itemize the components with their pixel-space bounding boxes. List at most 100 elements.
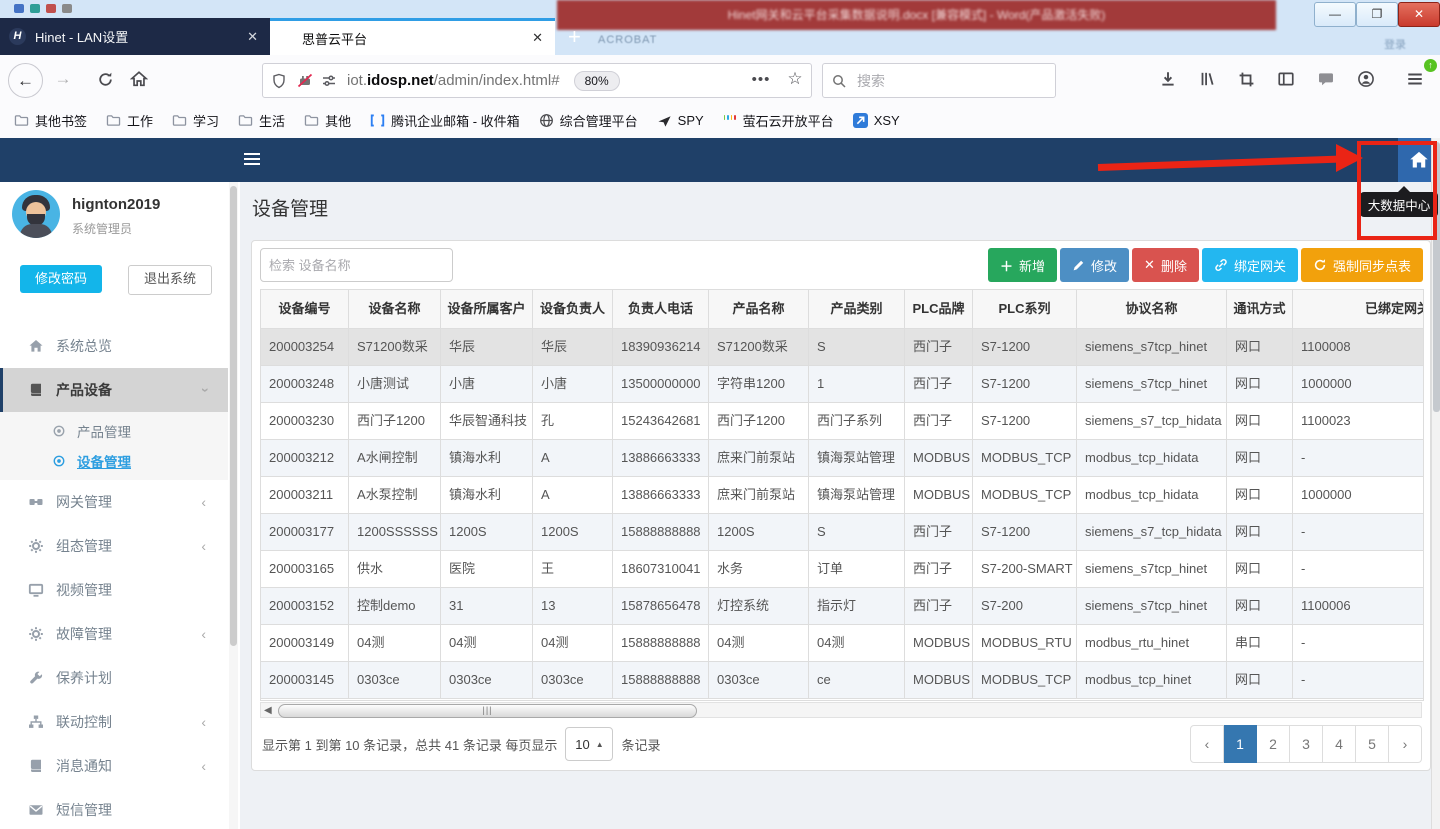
- bookmark-folder-misc[interactable]: 其他: [304, 111, 351, 130]
- bookmark-star-icon[interactable]: ☆: [782, 66, 808, 92]
- table-row[interactable]: 200003177 1200SSSSSS 1200S 1200S 1588888…: [261, 514, 1424, 551]
- table-row[interactable]: 200003211 A水泵控制 镇海水利 A 13886663333 庶来门前泵…: [261, 477, 1424, 514]
- col-header[interactable]: 设备编号: [261, 290, 349, 329]
- col-header[interactable]: 设备负责人: [533, 290, 613, 329]
- col-header[interactable]: 产品类别: [809, 290, 905, 329]
- sidebar-item-device-mgmt[interactable]: 设备管理: [0, 446, 228, 476]
- browser-search-box[interactable]: [822, 63, 1056, 98]
- reload-button[interactable]: [92, 66, 118, 92]
- sidebar-collapse-icon[interactable]: [244, 153, 260, 168]
- col-header[interactable]: 协议名称: [1077, 290, 1227, 329]
- edit-button[interactable]: 修改: [1060, 248, 1129, 282]
- bookmark-folder-work[interactable]: 工作: [106, 111, 153, 130]
- bookmark-tencent-mail[interactable]: 腾讯企业邮箱 - 收件箱: [370, 111, 520, 130]
- sidebar-item-message[interactable]: 消息通知 ‹: [0, 744, 228, 788]
- col-header[interactable]: 已绑定网关: [1293, 290, 1424, 329]
- page-button[interactable]: 2: [1257, 725, 1290, 763]
- sidebar-item-gateway[interactable]: 网关管理 ‹: [0, 480, 228, 524]
- bookmark-ezviz[interactable]: 萤石云开放平台: [723, 111, 834, 130]
- sidebar-item-product-device[interactable]: 产品设备 ‹: [0, 368, 228, 412]
- url-text[interactable]: iot.idosp.net/admin/index.html#: [347, 72, 560, 89]
- word-minimize-button[interactable]: —: [1314, 2, 1356, 27]
- change-password-button[interactable]: 修改密码: [20, 265, 102, 293]
- delete-button[interactable]: ✕删除: [1132, 248, 1199, 282]
- table-row[interactable]: 200003230 西门子1200 华辰智通科技 孔 15243642681 西…: [261, 403, 1424, 440]
- scrollbar-thumb[interactable]: |||: [278, 704, 697, 718]
- page-button[interactable]: 4: [1323, 725, 1356, 763]
- page-button[interactable]: ›: [1389, 725, 1422, 763]
- library-icon[interactable]: [1194, 66, 1220, 92]
- bookmark-folder-study[interactable]: 学习: [172, 111, 219, 130]
- sidebar-item-fault[interactable]: 故障管理 ‹: [0, 612, 228, 656]
- back-button[interactable]: ←: [8, 63, 43, 98]
- home-button-browser[interactable]: [126, 66, 152, 92]
- sidebar-item-video[interactable]: 视频管理: [0, 568, 228, 612]
- page-scrollbar[interactable]: [1431, 138, 1440, 829]
- bookmark-xsy[interactable]: XSY: [853, 113, 900, 128]
- blocked-connection-icon[interactable]: [297, 73, 313, 89]
- table-horizontal-scrollbar[interactable]: ◀ |||: [260, 702, 1422, 718]
- col-header[interactable]: 负责人电话: [613, 290, 709, 329]
- force-sync-button[interactable]: 强制同步点表: [1301, 248, 1423, 282]
- tab-close-icon[interactable]: ✕: [247, 29, 258, 45]
- sidebar-item-sms[interactable]: 短信管理: [0, 788, 228, 829]
- col-header[interactable]: PLC系列: [973, 290, 1077, 329]
- tab-close-icon[interactable]: ✕: [532, 30, 543, 46]
- avatar[interactable]: [12, 190, 60, 238]
- sidebar-item-overview[interactable]: 系统总览: [0, 324, 228, 368]
- new-tab-button[interactable]: +: [568, 24, 581, 50]
- table-row[interactable]: 200003248 小唐测试 小唐 小唐 13500000000 字符串1200…: [261, 366, 1424, 403]
- zoom-level-badge[interactable]: 80%: [574, 71, 620, 91]
- sidebar-scrollbar[interactable]: [229, 182, 238, 829]
- page-button[interactable]: 5: [1356, 725, 1389, 763]
- menu-hamburger-icon[interactable]: [1402, 66, 1428, 92]
- bookmark-folder-other-bookmarks[interactable]: 其他书签: [14, 111, 87, 130]
- table-row[interactable]: 200003152 控制demo 31 13 15878656478 灯控系统 …: [261, 588, 1424, 625]
- ezviz-favicon: [723, 114, 737, 128]
- col-header[interactable]: 设备所属客户: [441, 290, 533, 329]
- bind-gateway-button[interactable]: 绑定网关: [1202, 248, 1298, 282]
- url-bar[interactable]: iot.idosp.net/admin/index.html# 80%: [262, 63, 812, 98]
- col-header[interactable]: PLC品牌: [905, 290, 973, 329]
- page-button[interactable]: 1: [1224, 725, 1257, 763]
- word-ribbon-tab-acrobat[interactable]: ACROBAT: [598, 34, 657, 46]
- page-button[interactable]: ‹: [1190, 725, 1224, 763]
- cell-product-category: S: [809, 329, 905, 366]
- scroll-left-arrow[interactable]: ◀: [264, 705, 272, 716]
- sidebar-item-product-mgmt[interactable]: 产品管理: [0, 416, 228, 446]
- browser-tab-hinet[interactable]: H Hinet - LAN设置 ✕: [0, 18, 270, 55]
- page-button[interactable]: 3: [1290, 725, 1323, 763]
- sidebar-item-maintenance[interactable]: 保养计划: [0, 656, 228, 700]
- table-row[interactable]: 200003254 S71200数采 华辰 华辰 18390936214 S71…: [261, 329, 1424, 366]
- shield-icon[interactable]: [271, 73, 287, 89]
- col-header[interactable]: 产品名称: [709, 290, 809, 329]
- permissions-sliders-icon[interactable]: [321, 73, 337, 89]
- bookmark-spy[interactable]: SPY: [657, 113, 704, 128]
- page-size-dropdown[interactable]: 10▲: [565, 727, 613, 761]
- sidebar-item-config[interactable]: 组态管理 ‹: [0, 524, 228, 568]
- col-header[interactable]: 通讯方式: [1227, 290, 1293, 329]
- screenshot-crop-icon[interactable]: [1233, 66, 1259, 92]
- downloads-icon[interactable]: [1155, 66, 1181, 92]
- table-row[interactable]: 200003212 A水闸控制 镇海水利 A 13886663333 庶来门前泵…: [261, 440, 1424, 477]
- chat-bubble-icon[interactable]: [1313, 66, 1339, 92]
- table-row[interactable]: 200003165 供水 医院 王 18607310041 水务 订单 西门子 …: [261, 551, 1424, 588]
- device-search-input[interactable]: [260, 248, 453, 282]
- browser-tab-sipu-cloud[interactable]: 思普云平台 ✕: [270, 18, 555, 55]
- bookmark-mgmt-platform[interactable]: 综合管理平台: [539, 111, 638, 130]
- word-close-button[interactable]: ✕: [1398, 2, 1440, 27]
- bookmark-folder-life[interactable]: 生活: [238, 111, 285, 130]
- cell-plc-brand: 西门子: [905, 514, 973, 551]
- table-row[interactable]: 200003145 0303ce 0303ce 0303ce 158888888…: [261, 662, 1424, 699]
- sidebar-scrollbar-thumb[interactable]: [230, 186, 237, 646]
- logout-button[interactable]: 退出系统: [128, 265, 212, 295]
- add-button[interactable]: ＋新增: [988, 248, 1057, 282]
- browser-search-input[interactable]: [855, 72, 1029, 90]
- account-icon[interactable]: [1353, 66, 1379, 92]
- col-header[interactable]: 设备名称: [349, 290, 441, 329]
- table-row[interactable]: 200003149 04测 04测 04测 15888888888 04测 04…: [261, 625, 1424, 662]
- page-actions-icon[interactable]: •••: [748, 66, 774, 92]
- sidebar-toggle-icon[interactable]: [1273, 66, 1299, 92]
- word-restore-button[interactable]: ❐: [1356, 2, 1398, 27]
- sidebar-item-linkage[interactable]: 联动控制 ‹: [0, 700, 228, 744]
